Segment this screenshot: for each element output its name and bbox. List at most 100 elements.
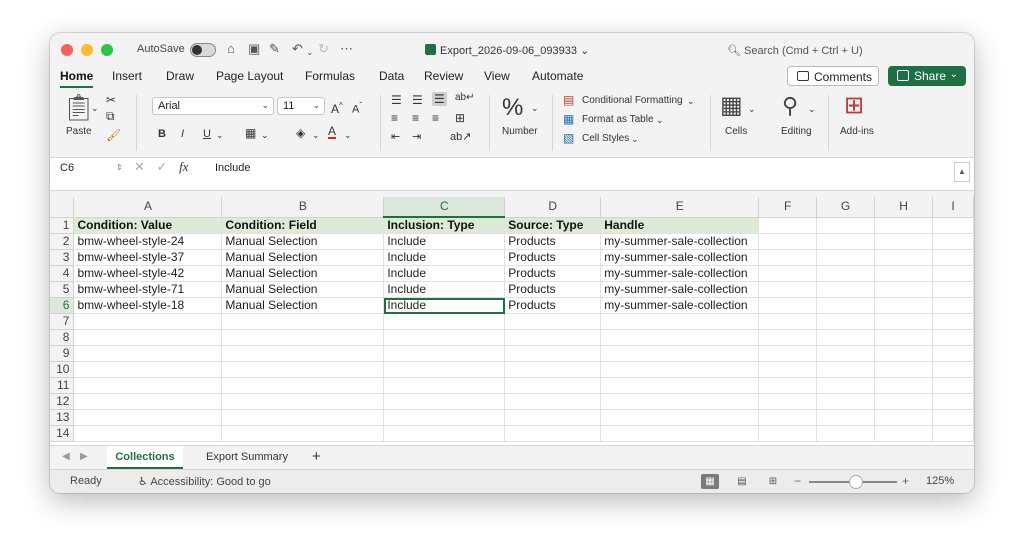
fill-color-icon[interactable]: ◈ xyxy=(296,126,305,140)
cell[interactable] xyxy=(758,281,818,298)
add-sheet-icon[interactable]: + xyxy=(312,448,321,465)
cell[interactable] xyxy=(221,409,385,426)
format-painter-icon[interactable]: 🖌︎ xyxy=(106,128,121,142)
row-header[interactable]: 4 xyxy=(50,265,75,282)
undo-dropdown-chevron-icon[interactable]: ⌄ xyxy=(306,44,314,60)
cell-a2[interactable]: bmw-wheel-style-24 xyxy=(73,233,223,250)
cell-a3[interactable]: bmw-wheel-style-37 xyxy=(73,249,223,266)
cell-d2[interactable]: Products xyxy=(504,233,602,250)
cell-b2[interactable]: Manual Selection xyxy=(221,233,385,250)
row-header[interactable]: 2 xyxy=(50,233,75,250)
selected-cell-c6[interactable]: Include xyxy=(383,297,506,314)
cell[interactable] xyxy=(874,329,933,346)
cell[interactable] xyxy=(758,409,818,426)
cell[interactable] xyxy=(504,313,602,330)
cell[interactable] xyxy=(73,313,223,330)
cell-b6[interactable]: Manual Selection xyxy=(221,297,385,314)
cell-b5[interactable]: Manual Selection xyxy=(221,281,385,298)
copy-icon[interactable]: ⧉ xyxy=(106,109,115,123)
cell[interactable] xyxy=(874,217,933,234)
cell[interactable] xyxy=(383,409,506,426)
borders-icon[interactable]: ▦ xyxy=(245,126,256,140)
row-header[interactable]: 5 xyxy=(50,281,75,298)
column-header-d[interactable]: D xyxy=(504,197,602,218)
row-header[interactable]: 3 xyxy=(50,249,75,266)
cell[interactable] xyxy=(874,345,933,362)
font-color-chevron-down-icon[interactable]: ⌄ xyxy=(344,128,352,142)
cell[interactable] xyxy=(932,313,974,330)
cell[interactable] xyxy=(600,329,760,346)
cell[interactable] xyxy=(874,265,933,282)
align-left-icon[interactable]: ≡ xyxy=(391,111,398,125)
tab-draw[interactable]: Draw xyxy=(166,69,194,83)
cell[interactable] xyxy=(383,377,506,394)
save-icon[interactable]: ▣ xyxy=(248,41,260,57)
cell[interactable] xyxy=(932,217,974,234)
cell[interactable] xyxy=(758,345,818,362)
comments-button[interactable]: Comments xyxy=(787,66,879,86)
name-box-stepper-icon[interactable]: ⇕ xyxy=(116,161,123,175)
cell[interactable] xyxy=(383,361,506,378)
cell-e6[interactable]: my-summer-sale-collection xyxy=(600,297,760,314)
column-header-h[interactable]: H xyxy=(874,197,933,218)
cell[interactable] xyxy=(816,425,876,442)
italic-button[interactable]: I xyxy=(181,127,184,141)
editing-chevron-down-icon[interactable]: ⌄ xyxy=(808,102,816,116)
page-layout-view-icon[interactable]: ▤ xyxy=(733,474,751,489)
format-as-table-button[interactable]: Format as Table xyxy=(582,114,654,125)
row-header[interactable]: 14 xyxy=(50,425,75,442)
cell[interactable] xyxy=(874,281,933,298)
zoom-slider-knob[interactable] xyxy=(849,475,863,489)
cell-e2[interactable]: my-summer-sale-collection xyxy=(600,233,760,250)
cell-e1[interactable]: Handle xyxy=(600,217,760,234)
cell[interactable] xyxy=(816,281,876,298)
cell-styles-chevron-icon[interactable]: ⌄ xyxy=(631,132,639,146)
cell[interactable] xyxy=(600,393,760,410)
merge-center-icon[interactable]: ⊞ xyxy=(455,111,465,125)
cell-b4[interactable]: Manual Selection xyxy=(221,265,385,282)
align-right-icon[interactable]: ≡ xyxy=(432,111,439,125)
zoom-out-icon[interactable]: − xyxy=(794,474,801,488)
cell[interactable] xyxy=(932,345,974,362)
cell-d3[interactable]: Products xyxy=(504,249,602,266)
cell-d6[interactable]: Products xyxy=(504,297,602,314)
cell[interactable] xyxy=(816,345,876,362)
confirm-edit-icon[interactable]: ✓ xyxy=(157,159,168,174)
font-name-select[interactable]: Arial ⌄ xyxy=(152,97,274,115)
cell[interactable] xyxy=(874,249,933,266)
cell[interactable] xyxy=(816,297,876,314)
number-chevron-down-icon[interactable]: ⌄ xyxy=(531,101,539,115)
redo-icon[interactable]: ↻ xyxy=(318,41,329,57)
paste-label[interactable]: Paste xyxy=(66,126,92,137)
row-header[interactable]: 12 xyxy=(50,393,75,410)
maximize-window-button[interactable] xyxy=(101,44,113,56)
cell[interactable] xyxy=(758,361,818,378)
cell[interactable] xyxy=(932,409,974,426)
borders-chevron-down-icon[interactable]: ⌄ xyxy=(261,128,269,142)
editing-search-icon[interactable]: ⚲ xyxy=(782,93,798,119)
cell[interactable] xyxy=(600,425,760,442)
cell[interactable] xyxy=(932,265,974,282)
align-middle-icon[interactable]: ☰ xyxy=(412,93,423,107)
cell-c3[interactable]: Include xyxy=(383,249,506,266)
cell[interactable] xyxy=(932,233,974,250)
increase-indent-icon[interactable]: ⇥ xyxy=(412,130,421,144)
cell[interactable] xyxy=(874,361,933,378)
cell[interactable] xyxy=(600,345,760,362)
format-as-table-icon[interactable]: ▦ xyxy=(563,112,574,126)
cell[interactable] xyxy=(221,393,385,410)
format-as-table-chevron-icon[interactable]: ⌄ xyxy=(656,113,664,127)
cell-a6[interactable]: bmw-wheel-style-18 xyxy=(73,297,223,314)
minimize-window-button[interactable] xyxy=(81,44,93,56)
cell[interactable] xyxy=(73,361,223,378)
cell-c4[interactable]: Include xyxy=(383,265,506,282)
percent-format-icon[interactable]: % xyxy=(502,95,523,121)
paste-chevron-down-icon[interactable]: ⌄ xyxy=(91,101,99,115)
cell[interactable] xyxy=(600,377,760,394)
cell[interactable] xyxy=(504,393,602,410)
align-bottom-icon[interactable]: ☰ xyxy=(432,92,447,106)
column-header-i[interactable]: I xyxy=(932,197,974,218)
cell[interactable] xyxy=(221,361,385,378)
cell[interactable] xyxy=(932,377,974,394)
cell-e3[interactable]: my-summer-sale-collection xyxy=(600,249,760,266)
